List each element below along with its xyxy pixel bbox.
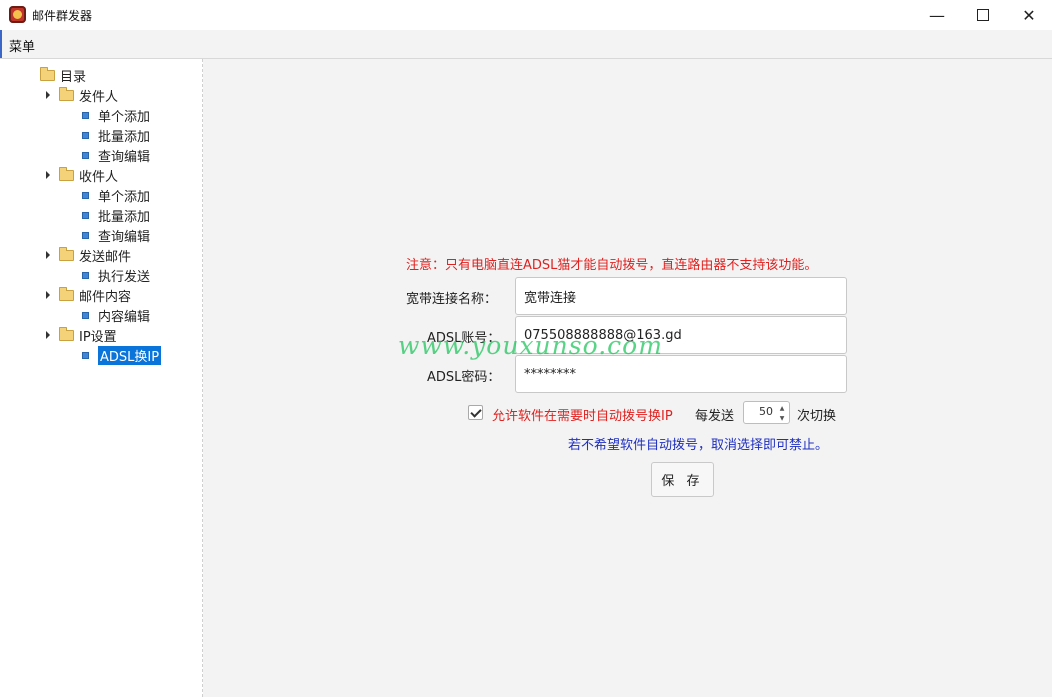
leaf-icon (82, 271, 89, 279)
tree-group-label: IP设置 (79, 329, 117, 345)
title-bar: 邮件群发器 — ✕ (0, 0, 1052, 30)
tree-item[interactable]: 单个添加 (82, 105, 150, 125)
hint-text: 若不希望软件自动拨号，取消选择即可禁止。 (568, 438, 829, 453)
switch-count-value[interactable]: 50 (744, 405, 773, 418)
expand-arrow-icon[interactable] (46, 291, 50, 299)
auto-dial-label[interactable]: 允许软件在需要时自动拨号换IP (492, 405, 673, 424)
connection-name-input[interactable] (515, 277, 847, 315)
tree-item[interactable]: 内容编辑 (82, 305, 150, 325)
folder-open-icon (59, 166, 74, 181)
connection-name-label: 宽带连接名称： (406, 292, 498, 307)
tree-group-label: 收件人 (79, 169, 119, 185)
minimize-button[interactable]: — (914, 0, 960, 30)
leaf-icon (82, 111, 89, 119)
switch-count-stepper[interactable]: 50 ▲ ▼ (743, 401, 790, 424)
tree-group-label: 发件人 (79, 89, 119, 105)
maximize-button[interactable] (960, 0, 1006, 30)
tree-item[interactable]: 查询编辑 (82, 145, 150, 165)
folder-open-icon (59, 326, 74, 341)
tree-item[interactable]: 批量添加 (82, 205, 150, 225)
adsl-password-label: ADSL密码： (427, 370, 501, 385)
tree-item-selected[interactable]: ADSL换IP (82, 345, 162, 365)
window-edge-accent (0, 30, 2, 58)
tree-group-label: 邮件内容 (79, 289, 132, 305)
leaf-icon (82, 151, 89, 159)
folder-open-icon (40, 66, 55, 81)
tree-item-label: 执行发送 (98, 269, 151, 285)
close-icon: ✕ (1022, 5, 1036, 25)
leaf-icon (82, 351, 89, 359)
tree-root-label: 目录 (60, 69, 87, 85)
expand-arrow-icon[interactable] (46, 91, 50, 99)
leaf-icon (82, 311, 89, 319)
leaf-icon (82, 211, 89, 219)
folder-open-icon (59, 286, 74, 301)
decrement-icon[interactable]: ▼ (775, 413, 789, 423)
tree-group-mail-content[interactable]: 邮件内容 (59, 285, 131, 305)
tree-item-label: 单个添加 (98, 189, 151, 205)
folder-open-icon (59, 246, 74, 261)
tree-group-send-mail[interactable]: 发送邮件 (59, 245, 131, 265)
tree-group-label: 发送邮件 (79, 249, 132, 265)
watermark-text: www.youxunso.com (398, 331, 663, 360)
tree-item-label: ADSL换IP (98, 345, 162, 365)
tree-item-label: 批量添加 (98, 209, 151, 225)
tree-group-sender[interactable]: 发件人 (59, 85, 118, 105)
tree-item[interactable]: 批量添加 (82, 125, 150, 145)
notice-text: 注意：只有电脑直连ADSL猫才能自动拨号，直连路由器不支持该功能。 (406, 258, 818, 273)
maximize-icon (977, 9, 989, 21)
menu-bar: 菜单 (0, 30, 1052, 59)
minimize-icon: — (929, 5, 945, 25)
tree-item[interactable]: 单个添加 (82, 185, 150, 205)
save-button[interactable]: 保 存 (651, 462, 714, 497)
leaf-icon (82, 191, 89, 199)
tree-group-ip-settings[interactable]: IP设置 (59, 325, 117, 345)
leaf-icon (82, 131, 89, 139)
app-icon (9, 6, 26, 23)
tree-item-label: 查询编辑 (98, 149, 151, 165)
tree-item[interactable]: 执行发送 (82, 265, 150, 285)
window-title: 邮件群发器 (32, 9, 93, 23)
tree-item-label: 单个添加 (98, 109, 151, 125)
navigation-tree: 目录 发件人 单个添加 批量添加 查询编辑 收件人 单个添加 批量添加 查询编辑… (0, 59, 203, 697)
menu-item-main[interactable]: 菜单 (9, 36, 35, 55)
tree-group-recipient[interactable]: 收件人 (59, 165, 118, 185)
tree-item-label: 查询编辑 (98, 229, 151, 245)
tree-item[interactable]: 查询编辑 (82, 225, 150, 245)
expand-arrow-icon[interactable] (46, 251, 50, 259)
auto-dial-checkbox[interactable] (468, 405, 483, 420)
folder-open-icon (59, 86, 74, 101)
close-button[interactable]: ✕ (1006, 0, 1052, 30)
tree-root[interactable]: 目录 (40, 65, 86, 85)
increment-icon[interactable]: ▲ (775, 403, 789, 413)
every-send-label: 每发送 (695, 409, 735, 424)
expand-arrow-icon[interactable] (46, 331, 50, 339)
tree-item-label: 内容编辑 (98, 309, 151, 325)
expand-arrow-icon[interactable] (46, 171, 50, 179)
switch-unit-label: 次切换 (797, 409, 837, 424)
adsl-password-input[interactable] (515, 355, 847, 393)
tree-item-label: 批量添加 (98, 129, 151, 145)
leaf-icon (82, 231, 89, 239)
